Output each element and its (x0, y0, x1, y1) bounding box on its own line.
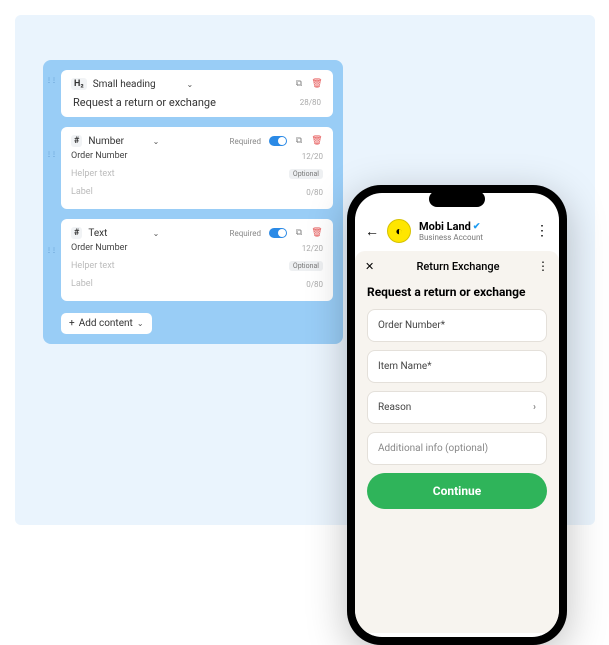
close-icon[interactable]: ✕ (365, 260, 379, 273)
add-content-button[interactable]: + Add content ⌄ (61, 313, 152, 334)
add-content-label: Add content (79, 318, 133, 329)
heading-type-select[interactable]: Small heading (93, 79, 181, 90)
field-label-input[interactable]: Order Number (71, 151, 302, 161)
more-icon[interactable]: ⋮ (535, 223, 549, 239)
helper-text-input[interactable]: Helper text (71, 261, 285, 271)
optional-chip: Optional (289, 169, 323, 179)
drag-handle-icon[interactable] (46, 78, 56, 83)
avatar[interactable]: ◐ (387, 219, 411, 243)
field-label-input[interactable]: Order Number (71, 243, 302, 253)
char-counter: 12/20 (302, 152, 323, 161)
placeholder-input[interactable]: Label (71, 279, 306, 289)
trash-icon[interactable]: 🗑 (311, 78, 323, 90)
hash-icon: # (71, 227, 82, 239)
form-builder-panel: H₂ Small heading ⌄ ⧉ 🗑 Request a return … (43, 60, 343, 344)
copy-icon[interactable]: ⧉ (293, 135, 305, 147)
trash-icon[interactable]: 🗑 (311, 227, 323, 239)
helper-text-input[interactable]: Helper text (71, 169, 285, 179)
order-number-field[interactable]: Order Number* (367, 309, 547, 342)
heading-text-input[interactable]: Request a return or exchange (73, 96, 216, 109)
optional-chip: Optional (289, 261, 323, 271)
char-counter: 0/80 (306, 188, 323, 197)
form-heading: Request a return or exchange (367, 285, 547, 299)
number-field-card[interactable]: # Number ⌄ Required ⧉ 🗑 Order Number 12/… (61, 127, 333, 209)
drag-handle-icon[interactable] (46, 248, 56, 253)
chevron-down-icon: ⌄ (137, 319, 144, 328)
drag-handle-icon[interactable] (46, 152, 56, 157)
phone-notch (429, 191, 485, 207)
phone-screen: ← ◐ Mobi Land ✔ Business Account ⋮ ✕ Ret… (355, 193, 559, 637)
trash-icon[interactable]: 🗑 (311, 135, 323, 147)
editor-canvas: H₂ Small heading ⌄ ⧉ 🗑 Request a return … (15, 15, 595, 525)
char-counter: 28/80 (300, 98, 321, 107)
field-type-select[interactable]: Text (88, 228, 146, 239)
business-name: Mobi Land (419, 220, 471, 233)
additional-info-field[interactable]: Additional info (optional) (367, 432, 547, 465)
chevron-down-icon[interactable]: ⌄ (187, 80, 194, 89)
back-arrow-icon[interactable]: ← (365, 223, 379, 240)
chevron-right-icon: › (533, 402, 536, 413)
required-toggle[interactable] (269, 228, 287, 238)
heading-block-card[interactable]: H₂ Small heading ⌄ ⧉ 🗑 Request a return … (61, 70, 333, 117)
field-type-select[interactable]: Number (88, 136, 146, 147)
business-subtitle: Business Account (419, 233, 483, 242)
char-counter: 0/80 (306, 280, 323, 289)
copy-icon[interactable]: ⧉ (293, 78, 305, 90)
chevron-down-icon[interactable]: ⌄ (153, 229, 160, 238)
continue-button[interactable]: Continue (367, 473, 547, 509)
flow-title: Return Exchange (379, 260, 537, 273)
placeholder-input[interactable]: Label (71, 187, 306, 197)
copy-icon[interactable]: ⧉ (293, 227, 305, 239)
required-toggle[interactable] (269, 136, 287, 146)
required-label: Required (230, 229, 261, 238)
char-counter: 12/20 (302, 244, 323, 253)
text-field-card[interactable]: # Text ⌄ Required ⧉ 🗑 Order Number 12/20… (61, 219, 333, 301)
verified-badge-icon: ✔ (473, 222, 481, 232)
item-name-field[interactable]: Item Name* (367, 350, 547, 383)
more-icon[interactable]: ⋮ (537, 259, 549, 273)
phone-frame: ← ◐ Mobi Land ✔ Business Account ⋮ ✕ Ret… (347, 185, 567, 645)
flow-sheet: ✕ Return Exchange ⋮ Request a return or … (355, 251, 559, 633)
plus-icon: + (69, 318, 75, 329)
heading-level-badge: H₂ (71, 78, 87, 90)
reason-select[interactable]: Reason › (367, 391, 547, 424)
chevron-down-icon[interactable]: ⌄ (153, 137, 160, 146)
required-label: Required (230, 137, 261, 146)
hash-icon: # (71, 135, 82, 147)
